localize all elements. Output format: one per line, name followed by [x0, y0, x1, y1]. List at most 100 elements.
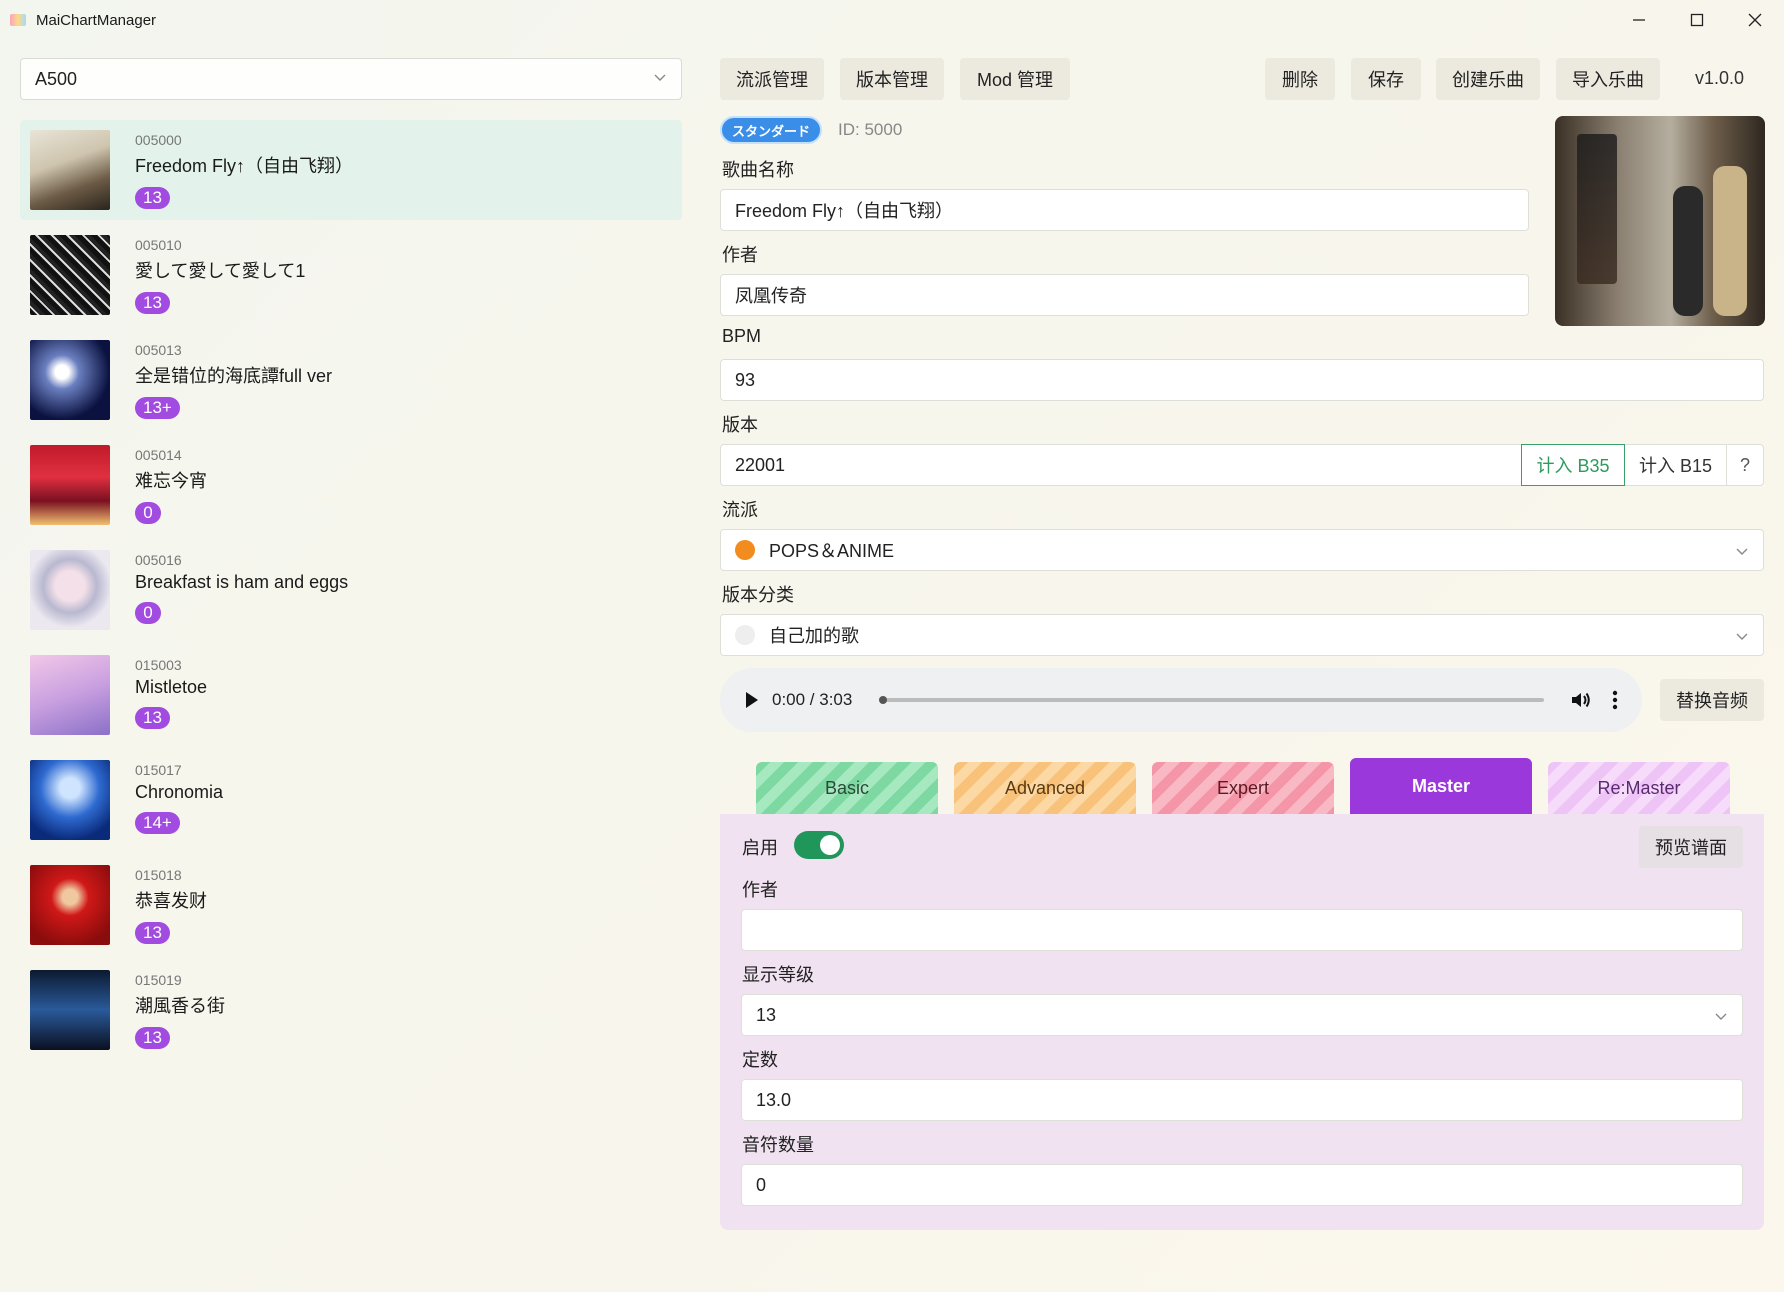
song-cover — [30, 760, 110, 840]
delete-button[interactable]: 删除 — [1265, 58, 1335, 100]
song-id: 005014 — [135, 447, 182, 463]
version-category-select-value: 自己加的歌 — [769, 626, 859, 646]
level-badge: 13 — [135, 922, 170, 944]
volume-icon[interactable] — [1570, 690, 1592, 710]
notes-input-value: 0 — [756, 1174, 767, 1195]
song-name: Freedom Fly↑（自由飞翔） — [135, 156, 354, 176]
constant-input[interactable]: 13.0 — [741, 1079, 1743, 1121]
song-id: 015017 — [135, 762, 182, 778]
constant-input-value: 13.0 — [756, 1089, 792, 1110]
audio-seek-knob[interactable] — [879, 696, 888, 704]
chevron-down-icon — [1736, 633, 1748, 640]
song-item[interactable]: 015019 潮風香る街 13 — [20, 960, 682, 1060]
genre-select[interactable]: POPS＆ANIME — [720, 529, 1764, 571]
designer-input[interactable] — [741, 909, 1743, 951]
level-badge: 14+ — [135, 812, 180, 834]
help-button[interactable]: ? — [1727, 444, 1764, 486]
mod-management-button[interactable]: Mod 管理 — [960, 58, 1070, 100]
genre-select-value: POPS＆ANIME — [769, 541, 895, 561]
chart-panel: 启用 预览谱面 作者 显示等级 13 定数 13.0 音符数量 0 — [720, 814, 1764, 1230]
song-editor: 流派管理 版本管理 Mod 管理 删除 保存 创建乐曲 导入乐曲 v1.0.0 … — [720, 58, 1765, 1230]
genre-label: 流派 — [722, 500, 758, 520]
level-badge: 0 — [135, 602, 161, 624]
song-cover — [30, 655, 110, 735]
display-level-value: 13 — [756, 1004, 777, 1025]
minimize-button[interactable] — [1610, 0, 1668, 40]
chevron-down-icon — [654, 74, 666, 81]
level-badge: 13 — [135, 1027, 170, 1049]
version-label: 版本 — [722, 415, 758, 435]
window-title: MaiChartManager — [36, 11, 157, 29]
audio-seek-bar[interactable] — [879, 696, 1544, 704]
close-icon — [1748, 13, 1762, 27]
song-name: Mistletoe — [135, 677, 208, 697]
genre-color-dot — [735, 540, 755, 560]
version-category-label: 版本分类 — [722, 585, 794, 605]
song-cover — [30, 445, 110, 525]
more-options-icon[interactable] — [1612, 690, 1618, 710]
version-management-button[interactable]: 版本管理 — [840, 58, 944, 100]
song-item[interactable]: 005014 难忘今宵 0 — [20, 435, 682, 535]
create-song-button[interactable]: 创建乐曲 — [1436, 58, 1540, 100]
maximize-button[interactable] — [1668, 0, 1726, 40]
replace-audio-button[interactable]: 替换音频 — [1660, 679, 1764, 721]
level-badge: 13 — [135, 292, 170, 314]
version-category-select[interactable]: 自己加的歌 — [720, 614, 1764, 656]
notes-label: 音符数量 — [742, 1135, 814, 1155]
song-name: 潮風香る街 — [135, 996, 225, 1016]
tab-master[interactable]: Master — [1350, 758, 1532, 814]
song-name: 愛して愛して愛して1 — [135, 261, 306, 281]
save-button[interactable]: 保存 — [1351, 58, 1421, 100]
chevron-down-icon — [1715, 1013, 1727, 1020]
preview-chart-button[interactable]: 预览谱面 — [1639, 826, 1743, 868]
song-id: 015019 — [135, 972, 182, 988]
song-item[interactable]: 015018 恭喜发财 13 — [20, 855, 682, 955]
display-level-label: 显示等级 — [742, 965, 814, 985]
song-id: 005016 — [135, 552, 182, 568]
song-item[interactable]: 005010 愛して愛して愛して1 13 — [20, 225, 682, 325]
import-song-button[interactable]: 导入乐曲 — [1556, 58, 1660, 100]
count-b15-button[interactable]: 计入 B15 — [1625, 444, 1727, 486]
song-cover-large[interactable] — [1555, 116, 1765, 326]
display-level-select[interactable]: 13 — [741, 994, 1743, 1036]
song-item[interactable]: 005000 Freedom Fly↑（自由飞翔） 13 — [20, 120, 682, 220]
song-item[interactable]: 005016 Breakfast is ham and eggs 0 — [20, 540, 682, 640]
artist-input-value: 凤凰传奇 — [735, 286, 807, 306]
close-button[interactable] — [1726, 0, 1784, 40]
version-input[interactable]: 22001 — [720, 444, 1522, 486]
bpm-input[interactable]: 93 — [720, 359, 1764, 401]
toolbar: 流派管理 版本管理 Mod 管理 删除 保存 创建乐曲 导入乐曲 v1.0.0 — [720, 58, 1764, 102]
constant-label: 定数 — [742, 1050, 778, 1070]
song-name: Chronomia — [135, 782, 224, 802]
maximize-icon — [1690, 13, 1704, 27]
song-name: 恭喜发财 — [135, 891, 207, 911]
artist-input[interactable]: 凤凰传奇 — [720, 274, 1529, 316]
enable-toggle[interactable] — [794, 831, 844, 859]
level-badge: 0 — [135, 502, 161, 524]
tab-basic[interactable]: Basic — [756, 762, 938, 814]
tab-remaster[interactable]: Re:Master — [1548, 762, 1730, 814]
song-item[interactable]: 015017 Chronomia 14+ — [20, 750, 682, 850]
title-input[interactable]: Freedom Fly↑（自由飞翔） — [720, 189, 1529, 231]
song-id: 005010 — [135, 237, 182, 253]
notes-input[interactable]: 0 — [741, 1164, 1743, 1206]
song-cover — [30, 235, 110, 315]
song-cover — [30, 970, 110, 1050]
tab-advanced[interactable]: Advanced — [954, 762, 1136, 814]
tab-expert[interactable]: Expert — [1152, 762, 1334, 814]
source-select[interactable]: A500 — [20, 58, 682, 100]
count-b35-button[interactable]: 计入 B35 — [1521, 444, 1625, 486]
app-version: v1.0.0 — [1694, 68, 1744, 88]
enable-label: 启用 — [742, 838, 778, 858]
song-id: 015003 — [135, 657, 182, 673]
song-cover — [30, 865, 110, 945]
song-item[interactable]: 015003 Mistletoe 13 — [20, 645, 682, 745]
minimize-icon — [1633, 19, 1645, 21]
song-item[interactable]: 005013 全是错位的海底譚full ver 13+ — [20, 330, 682, 430]
level-badge: 13 — [135, 187, 170, 209]
play-icon[interactable] — [744, 691, 760, 709]
title-input-value: Freedom Fly↑（自由飞翔） — [735, 201, 954, 221]
genre-management-button[interactable]: 流派管理 — [720, 58, 824, 100]
chevron-down-icon — [1736, 548, 1748, 555]
song-id: 015018 — [135, 867, 182, 883]
